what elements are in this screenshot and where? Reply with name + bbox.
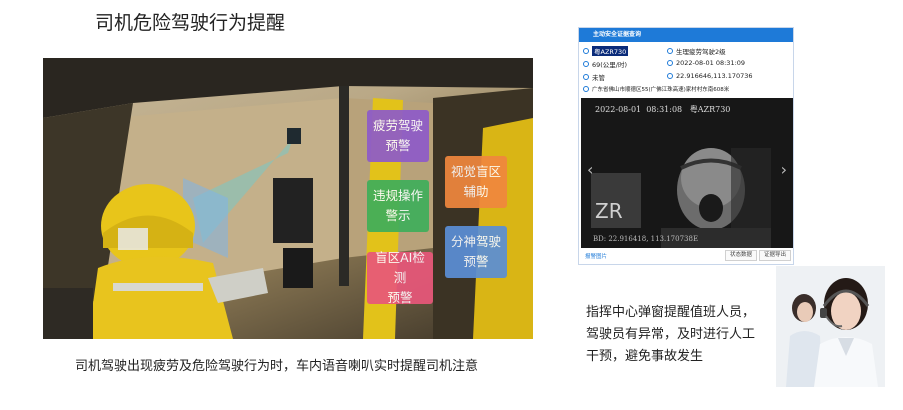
info-address: 广东省佛山市顺德区55(广佛江珠高速)家村村东南608米: [583, 85, 729, 93]
panel-info: 粤AZR730 生理疲劳驾驶2级 69(公里/时) 2022-08-01 08:…: [579, 42, 793, 96]
camera-snapshot: ZR 2022-08-01 08:31:08 粤AZR730 BD: 22.91…: [581, 98, 793, 248]
next-image-arrow-icon[interactable]: ›: [781, 160, 787, 179]
caption-right: 指挥中心弹窗提醒值班人员，驾驶员有异常，及时进行人工干预，避免事故发生: [586, 305, 756, 364]
location-pin-icon: [667, 73, 673, 79]
tag-fatigue-line1: 疲劳驾驶: [372, 118, 423, 133]
tag-visual-blindspot: 视觉盲区 辅助: [445, 156, 507, 208]
alarm-icon: [667, 48, 673, 54]
driver-face-illustration: ZR: [581, 98, 793, 248]
panel-header: 主动安全证据查询: [579, 28, 793, 42]
tag-distraction-line2: 预警: [463, 254, 489, 269]
car-icon: [583, 48, 589, 54]
info-datetime: 2022-08-01 08:31:09: [667, 59, 745, 67]
speed-value: 69(公里/时): [592, 61, 628, 69]
status-value: 未管: [592, 74, 605, 82]
tag-blindspot-ai-line1: 盲区AI检测: [375, 250, 425, 285]
clock-icon: [667, 60, 673, 66]
tag-blindspot-ai-line2: 预警: [387, 290, 413, 305]
prev-image-arrow-icon[interactable]: ‹: [587, 160, 593, 179]
info-plate: 粤AZR730: [583, 46, 629, 56]
status-data-button[interactable]: 状态数据: [725, 250, 758, 261]
info-coords: 22.916646,113.170736: [667, 72, 753, 80]
tag-visual-blindspot-line2: 辅助: [463, 184, 489, 199]
tag-visual-blindspot-line1: 视觉盲区: [450, 164, 501, 179]
camera-timestamp: 2022-08-01 08:31:08 粤AZR730: [595, 105, 731, 114]
operator-illustration: [776, 266, 885, 387]
alarm-images-link[interactable]: 报警图片: [585, 252, 607, 260]
slide: 司机危险驾驶行为提醒 疲劳驾驶 预警 违规操作 警示 视觉盲区 辅助 分神驾驶 …: [0, 0, 903, 410]
caption-left: 司机驾驶出现疲劳及危险驾驶行为时，车内语音喇叭实时提醒司机注意: [75, 359, 479, 374]
camera-bd-coords: BD: 22.916418, 113.170738E: [593, 235, 699, 243]
page-title: 司机危险驾驶行为提醒: [95, 12, 286, 34]
status-icon: [583, 74, 589, 80]
panel-footer: 报警图片 状态数据 证据导出: [579, 247, 793, 264]
info-speed: 69(公里/时): [583, 59, 627, 69]
map-pin-icon: [583, 86, 589, 92]
tag-distraction-warning: 分神驾驶 预警: [445, 226, 507, 278]
tag-distraction-line1: 分神驾驶: [450, 234, 501, 249]
coords-value: 22.916646,113.170736: [676, 72, 753, 80]
plate-value: 粤AZR730: [592, 46, 629, 56]
info-alarm: 生理疲劳驾驶2级: [667, 46, 726, 56]
tag-fatigue-warning: 疲劳驾驶 预警: [367, 110, 429, 162]
alarm-value: 生理疲劳驾驶2级: [676, 48, 726, 56]
operator-photo: [776, 266, 885, 387]
excavator-cabin-photo: 疲劳驾驶 预警 违规操作 警示 视觉盲区 辅助 分神驾驶 预警 盲区AI检测 预警: [43, 58, 533, 339]
tag-violation-line2: 警示: [385, 208, 411, 223]
info-status: 未管: [583, 72, 605, 82]
evidence-query-panel: 主动安全证据查询 粤AZR730 生理疲劳驾驶2级 69(公里/时) 2022-…: [578, 27, 794, 265]
tag-violation-warning: 违规操作 警示: [367, 180, 429, 232]
tag-violation-line1: 违规操作: [372, 188, 423, 203]
tag-blindspot-ai: 盲区AI检测预警: [367, 250, 433, 305]
export-evidence-button[interactable]: 证据导出: [759, 250, 792, 261]
svg-text:ZR: ZR: [595, 199, 623, 223]
tag-fatigue-line2: 预警: [385, 138, 411, 153]
datetime-value: 2022-08-01 08:31:09: [676, 59, 746, 67]
address-value: 广东省佛山市顺德区55(广佛江珠高速)家村村东南608米: [592, 87, 730, 93]
speed-icon: [583, 61, 589, 67]
